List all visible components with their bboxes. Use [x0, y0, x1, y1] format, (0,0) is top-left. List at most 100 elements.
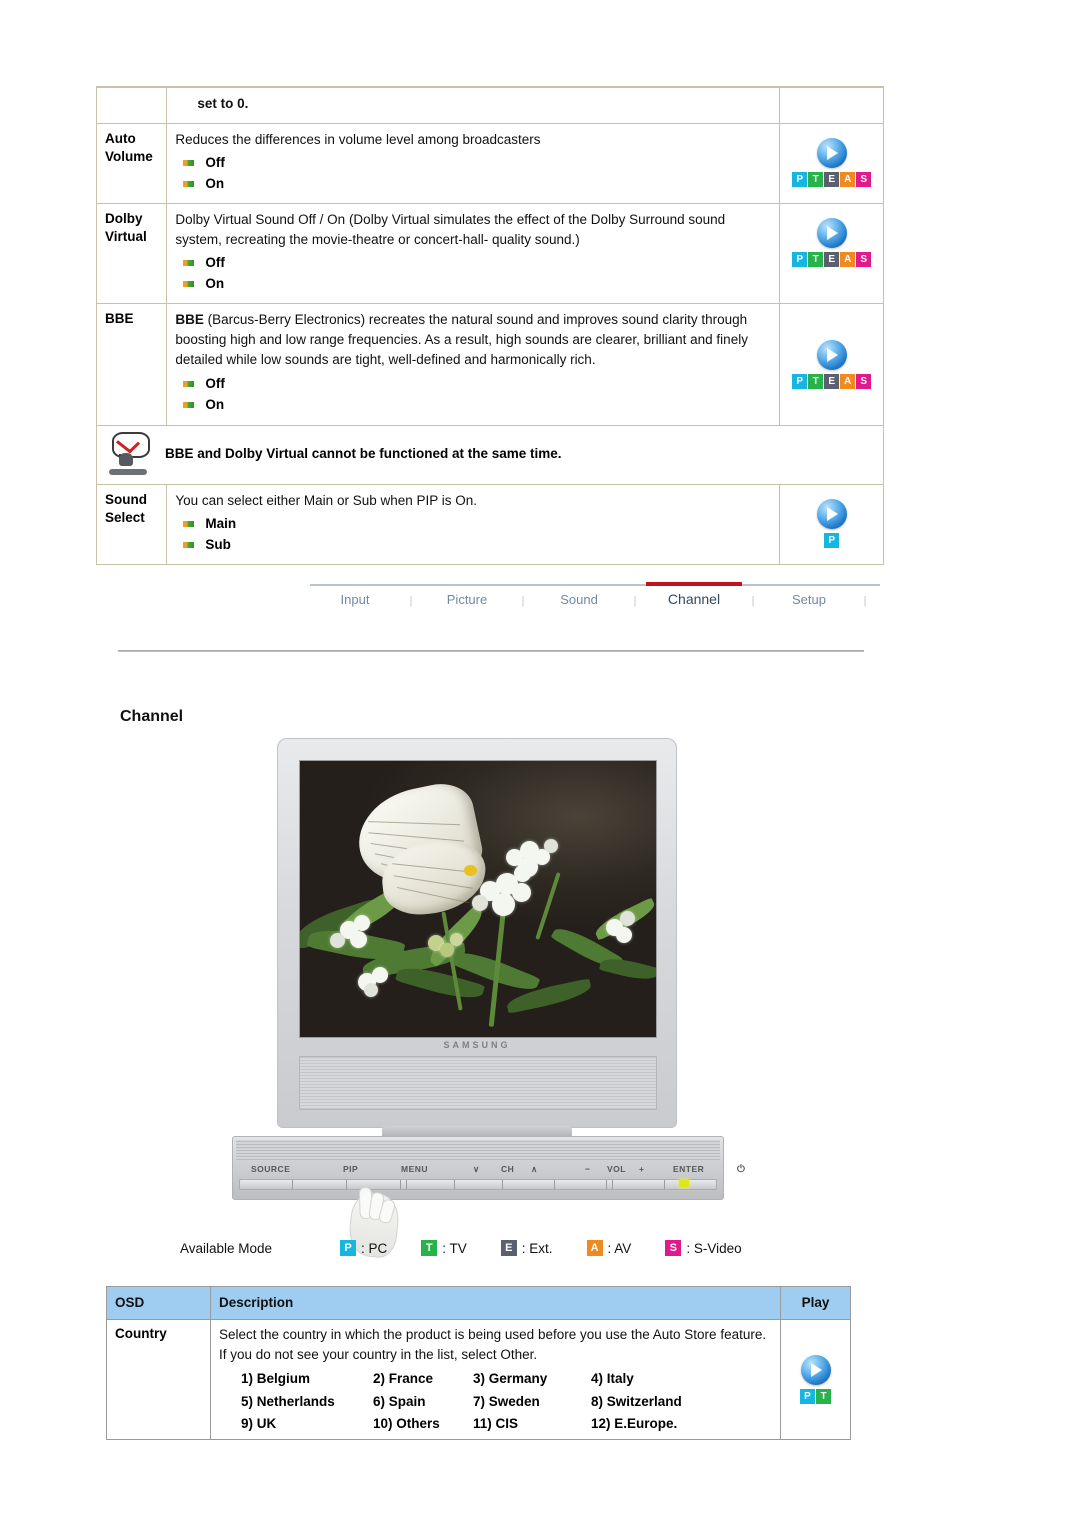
table-row-partial: set to 0. — [95, 86, 884, 124]
monitor-body: SAMSUNG — [277, 738, 677, 1128]
osd-label-line2: Select — [105, 510, 145, 526]
badge-pc-icon: P — [800, 1388, 815, 1404]
play-icon[interactable] — [800, 1354, 831, 1385]
country-option[interactable]: 9) UK — [241, 1414, 373, 1434]
osd-label-line1: Auto — [105, 130, 136, 146]
brand-logo: SAMSUNG — [443, 1040, 511, 1050]
column-header-osd: OSD — [106, 1286, 211, 1320]
control-label-pip[interactable]: PIP — [343, 1164, 358, 1174]
tab-label: Setup — [792, 592, 826, 607]
badge-svideo-icon: S — [856, 171, 872, 187]
control-label-ch[interactable]: CH — [501, 1164, 514, 1174]
control-label-enter[interactable]: ENTER — [673, 1164, 704, 1174]
tab-separator: | — [742, 585, 764, 607]
note-text: BBE and Dolby Virtual cannot be function… — [165, 446, 562, 462]
bullet-icon — [183, 159, 195, 166]
screen-photo-butterfly — [300, 761, 656, 1037]
separator-label: | — [633, 595, 637, 607]
option-item[interactable]: Off — [175, 374, 771, 395]
country-option[interactable]: 2) France — [373, 1369, 473, 1389]
country-option[interactable]: 10) Others — [373, 1414, 473, 1434]
play-cell-country: P T — [780, 1318, 851, 1440]
description-text: Dolby Virtual Sound Off / On (Dolby Virt… — [175, 211, 726, 247]
power-icon[interactable]: ⏻ — [737, 1164, 745, 1175]
osd-cell-bbe: BBE — [95, 302, 168, 426]
option-item[interactable]: On — [175, 274, 771, 295]
option-item[interactable]: Off — [175, 153, 771, 174]
description-cell-country: Select the country in which the product … — [210, 1318, 781, 1440]
legend-item-tv: T : TV — [421, 1240, 467, 1256]
option-item[interactable]: On — [175, 395, 771, 416]
play-icon[interactable] — [816, 498, 847, 529]
country-option[interactable]: 3) Germany — [473, 1369, 591, 1389]
butterfly-head — [464, 865, 477, 876]
legend-label: : AV — [607, 1240, 632, 1256]
play-cell-sound-select: P — [779, 483, 884, 566]
play-icon[interactable] — [816, 217, 847, 248]
option-item[interactable]: On — [175, 174, 771, 195]
nav-tabs-wrapper: Input | Picture | Sound | Channel | Setu… — [310, 582, 880, 614]
legend-title: Available Mode — [180, 1240, 273, 1256]
description-text: Reduces the differences in volume level … — [175, 131, 541, 147]
osd-label-line1: BBE — [105, 310, 134, 326]
osd-cell-empty — [95, 86, 168, 124]
table-row-dolby-virtual: Dolby Virtual Dolby Virtual Sound Off / … — [95, 202, 884, 304]
badge-tv-icon: T — [808, 171, 824, 187]
tab-sound[interactable]: Sound — [534, 585, 624, 607]
power-led-indicator — [679, 1179, 689, 1187]
osd-label-line2: Volume — [105, 148, 153, 164]
legend-item-svideo: S : S-Video — [665, 1240, 742, 1256]
osd-label: Country — [115, 1325, 167, 1341]
control-label-ch-down[interactable]: ∨ — [473, 1164, 480, 1175]
monitor-control-base: SOURCE PIP MENU ∨ CH ∧ − VOL + ENTER ⏻ — [232, 1136, 745, 1200]
separator-label: | — [521, 595, 525, 607]
tab-input[interactable]: Input — [310, 585, 400, 607]
butterfly-shape — [349, 777, 502, 919]
osd-cell-dolby-virtual: Dolby Virtual — [95, 202, 168, 304]
country-option[interactable]: 8) Switzerland — [591, 1392, 772, 1412]
country-option[interactable]: 12) E.Europe. — [591, 1414, 772, 1434]
control-label-menu[interactable]: MENU — [401, 1164, 428, 1174]
country-option[interactable]: 7) Sweden — [473, 1392, 591, 1412]
option-item[interactable]: Off — [175, 253, 771, 274]
tab-separator: | — [400, 585, 422, 607]
play-icon[interactable] — [816, 137, 847, 168]
tab-setup[interactable]: Setup — [764, 585, 854, 607]
description-cell-auto-volume: Reduces the differences in volume level … — [166, 122, 781, 204]
play-icon[interactable] — [816, 339, 847, 370]
badge-av-icon: A — [586, 1240, 603, 1256]
control-label-ch-up[interactable]: ∧ — [531, 1164, 538, 1175]
control-label-vol-plus[interactable]: + — [639, 1164, 644, 1174]
option-item[interactable]: Main — [175, 514, 771, 535]
button-strip[interactable] — [239, 1179, 717, 1190]
country-option[interactable]: 11) CIS — [473, 1414, 591, 1434]
badge-ext-icon: E — [824, 171, 840, 187]
option-item[interactable]: Sub — [175, 535, 771, 556]
control-label-source[interactable]: SOURCE — [251, 1164, 290, 1174]
description-cell-sound-select: You can select either Main or Sub when P… — [166, 483, 781, 566]
badge-pc-icon: P — [340, 1240, 356, 1256]
column-header-description: Description — [210, 1286, 781, 1320]
option-list: Off On — [175, 374, 771, 416]
control-labels: SOURCE PIP MENU ∨ CH ∧ − VOL + ENTER ⏻ — [233, 1162, 745, 1176]
nav-tabs: Input | Picture | Sound | Channel | Setu… — [310, 582, 880, 607]
control-label-vol-minus[interactable]: − — [585, 1164, 590, 1174]
tab-channel[interactable]: Channel — [646, 582, 742, 607]
country-option[interactable]: 6) Spain — [373, 1392, 473, 1412]
badge-av-icon: A — [840, 251, 856, 267]
osd-cell-auto-volume: Auto Volume — [95, 122, 168, 204]
note-cell: BBE and Dolby Virtual cannot be function… — [96, 424, 884, 485]
country-option[interactable]: 4) Italy — [591, 1369, 772, 1389]
osd-label-line2: Virtual — [105, 228, 147, 244]
note-icon — [105, 431, 151, 476]
control-label-vol[interactable]: VOL — [607, 1164, 626, 1174]
option-label: Off — [205, 255, 225, 271]
tab-picture[interactable]: Picture — [422, 585, 512, 607]
option-list: Off On — [175, 153, 771, 195]
page-title: Channel — [120, 708, 184, 725]
badge-svideo-icon: S — [665, 1240, 682, 1256]
country-option[interactable]: 1) Belgium — [241, 1369, 373, 1389]
description-cell-dolby-virtual: Dolby Virtual Sound Off / On (Dolby Virt… — [166, 202, 781, 304]
country-option[interactable]: 5) Netherlands — [241, 1392, 373, 1412]
partial-text: set to 0. — [197, 96, 249, 111]
